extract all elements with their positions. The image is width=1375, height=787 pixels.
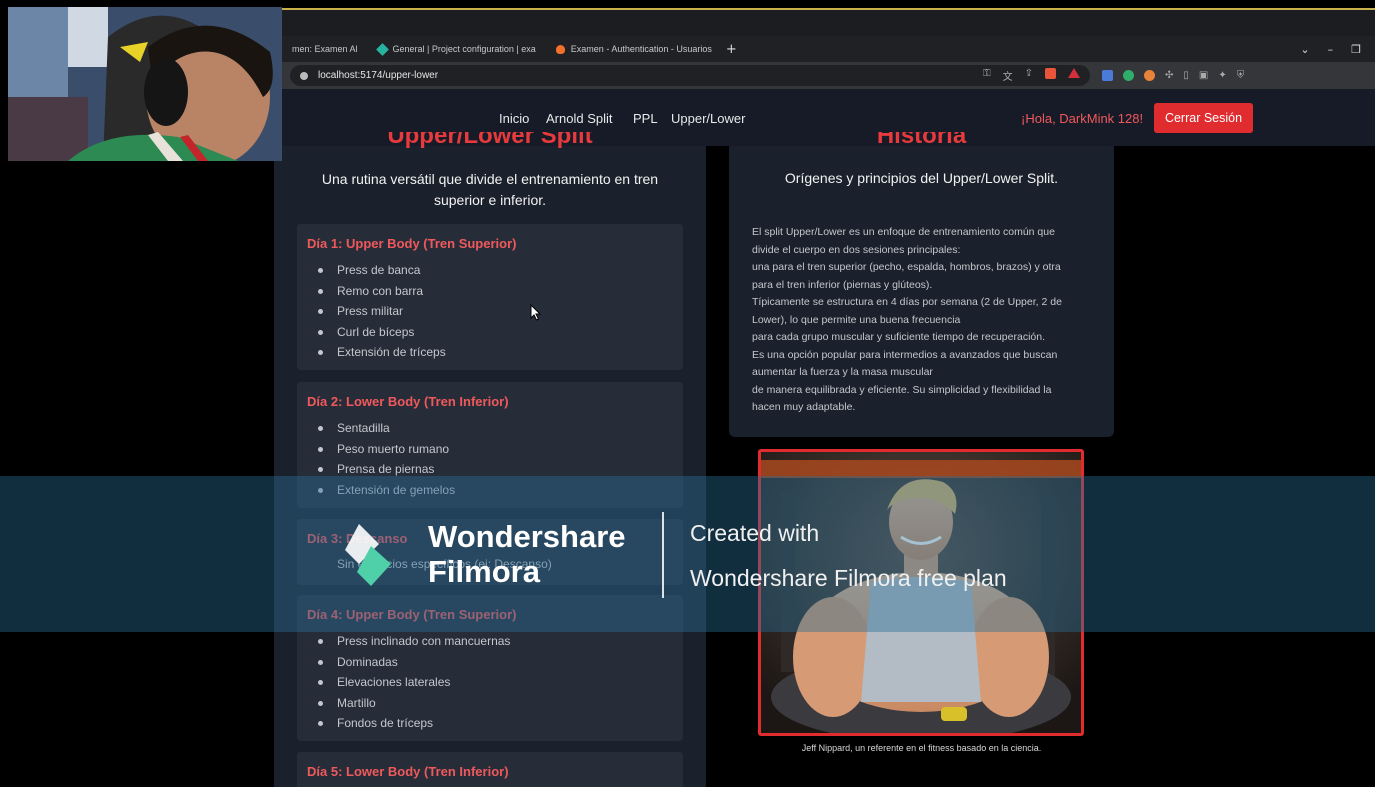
day-card: Día 1: Upper Body (Tren Superior) Press …: [297, 224, 683, 370]
puzzle-icon[interactable]: ✣: [1165, 70, 1173, 81]
paragraph-line: Lower), lo que permite una buena frecuen…: [752, 313, 961, 326]
list-item: Peso muerto rumano: [317, 439, 455, 460]
day-title: Día 5: Lower Body (Tren Inferior): [307, 764, 509, 779]
history-card: Historia Orígenes y principios del Upper…: [729, 132, 1114, 437]
paragraph-line: aumentar la fuerza y la masa muscular: [752, 366, 933, 378]
paragraph-line: hacen muy adaptable.: [752, 401, 856, 413]
paragraph-line: Típicamente se estructura en 4 días por …: [752, 296, 1062, 308]
browser-toolbar: localhost:5174/upper-lower ⚿ 文 ⇪ ✣ ▯ ▣ ✦…: [282, 62, 1375, 89]
day-title: Día 2: Lower Body (Tren Inferior): [307, 394, 509, 409]
nav-link-inicio[interactable]: Inicio: [499, 111, 529, 126]
key-icon[interactable]: ⚿: [983, 68, 991, 83]
list-item: Press militar: [318, 301, 446, 322]
filmora-watermark: Wondershare Filmora Created with Wonders…: [0, 476, 1375, 632]
watermark-brand-line: Filmora: [428, 554, 540, 589]
extension-icon[interactable]: [1102, 70, 1113, 81]
tab-label: General | Project configuration | exa: [392, 44, 536, 54]
share-icon[interactable]: ⇪: [1025, 68, 1033, 83]
new-tab-button[interactable]: +: [726, 42, 737, 57]
chevron-down-icon[interactable]: ⌄: [1300, 43, 1309, 56]
paragraph-line: de manera equilibrada y eficiente. Su si…: [752, 383, 1052, 396]
filmora-logo-icon: [345, 524, 391, 586]
routine-subtitle: Una rutina versátil que divide el entren…: [321, 171, 659, 208]
paragraph-line: para cada grupo muscular y suficiente ti…: [752, 331, 1045, 343]
user-greeting: ¡Hola, DarkMink 128!: [1021, 111, 1144, 126]
logout-button[interactable]: Cerrar Sesión: [1154, 103, 1253, 133]
list-item: Press inclinado con mancuernas: [317, 631, 510, 652]
list-item: Elevaciones laterales: [317, 672, 510, 693]
history-subtitle: Orígenes y principios del Upper/Lower Sp…: [784, 170, 1059, 186]
watermark-created-line: Created with: [690, 520, 820, 546]
history-title: Historia: [876, 132, 967, 149]
tab-label: men: Examen Al: [292, 44, 358, 54]
extension-icon[interactable]: [1123, 70, 1134, 81]
webcam-image: [8, 7, 282, 161]
nav-link-ppl[interactable]: PPL: [633, 111, 658, 126]
paragraph-line: una para el tren superior (pecho, espald…: [752, 261, 1061, 273]
minimize-icon[interactable]: –: [1328, 43, 1334, 56]
brave-shield-icon[interactable]: [1045, 68, 1056, 79]
screen: men: Examen Al General | Project configu…: [0, 0, 1375, 787]
list-item: Dominadas: [317, 652, 510, 673]
url-text[interactable]: localhost:5174/upper-lower: [318, 70, 438, 81]
sidebar-icon[interactable]: ▯: [1183, 70, 1189, 81]
watermark-brand-line: Wondershare: [428, 519, 626, 554]
sparkle-icon[interactable]: ✦: [1218, 70, 1226, 81]
paragraph-line: para el tren inferior (piernas y glúteos…: [752, 278, 933, 291]
routine-title: Upper/Lower Split: [387, 132, 593, 149]
tab-label: Examen - Authentication - Usuarios: [570, 44, 712, 54]
omnibox-icons: ⚿ 文 ⇪: [983, 68, 1090, 83]
wallet-icon[interactable]: ▣: [1199, 70, 1208, 81]
paragraph-line: Es una opción popular para intermedios a…: [752, 348, 1058, 361]
restore-icon[interactable]: ❐: [1351, 43, 1361, 56]
browser-tab[interactable]: Examen - Authentication - Usuarios: [546, 38, 722, 60]
shield-icon[interactable]: ⛨: [1237, 70, 1245, 81]
watermark-divider: [662, 512, 664, 598]
watermark-plan-line: Wondershare Filmora free plan: [690, 565, 1007, 591]
list-item: Curl de bíceps: [318, 322, 446, 343]
webcam-overlay: [8, 7, 282, 161]
paragraph-line: El split Upper/Lower es un enfoque de en…: [752, 226, 1055, 238]
mouse-cursor-icon: [530, 304, 542, 321]
firebase-icon: [555, 44, 565, 54]
browser-tab[interactable]: men: Examen Al: [282, 38, 368, 60]
history-paragraph: El split Upper/Lower es un enfoque de en…: [752, 224, 1092, 417]
window-controls: ⌄ – ❐: [1300, 36, 1361, 62]
routine-panel: Upper/Lower Split Una rutina versátil qu…: [274, 132, 706, 787]
address-bar[interactable]: localhost:5174/upper-lower ⚿ 文 ⇪: [290, 65, 1090, 86]
list-item: Fondos de tríceps: [317, 713, 510, 734]
list-item: Martillo: [317, 693, 510, 714]
browser-tab[interactable]: General | Project configuration | exa: [368, 38, 546, 60]
list-item: Sentadilla: [317, 418, 455, 439]
teal-diamond-icon: [375, 42, 389, 56]
extension-icon[interactable]: [1144, 70, 1155, 81]
warning-icon[interactable]: [1068, 68, 1080, 78]
day-card: Día 5: Lower Body (Tren Inferior): [297, 752, 683, 787]
list-item: Extensión de tríceps: [318, 342, 446, 363]
nav-link-upper-lower[interactable]: Upper/Lower: [671, 111, 745, 126]
nav-link-arnold-split[interactable]: Arnold Split: [546, 111, 612, 126]
exercise-list: Press inclinado con mancuernas Dominadas…: [317, 631, 510, 734]
site-info-icon[interactable]: [300, 71, 308, 80]
list-item: Press de banca: [318, 260, 446, 281]
day-title: Día 1: Upper Body (Tren Superior): [307, 236, 517, 251]
extension-icons: ✣ ▯ ▣ ✦ ⛨: [1102, 70, 1244, 81]
photo-caption: Jeff Nippard, un referente en el fitness…: [801, 743, 1042, 753]
browser-tab-strip: men: Examen Al General | Project configu…: [282, 36, 1375, 62]
translate-icon[interactable]: 文: [1003, 68, 1013, 83]
list-item: Remo con barra: [318, 281, 446, 302]
paragraph-line: divide el cuerpo en dos sesiones princip…: [752, 243, 961, 256]
exercise-list: Press de banca Remo con barra Press mili…: [318, 260, 446, 363]
window-top-strip: [282, 8, 1375, 36]
